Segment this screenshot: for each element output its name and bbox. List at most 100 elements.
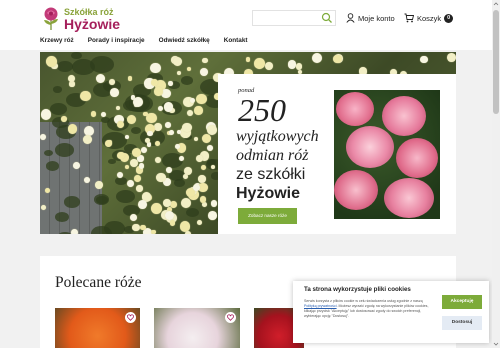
hero-rose-blossom xyxy=(179,156,185,162)
hero-rose-blossom xyxy=(169,130,175,136)
hero-leaf xyxy=(63,196,81,208)
hero-rose-blossom xyxy=(169,219,176,226)
hero-rose-blossom xyxy=(130,214,138,222)
product-card[interactable] xyxy=(154,308,240,348)
hero-rose-blossom xyxy=(176,70,182,76)
hero-leaf xyxy=(114,176,127,186)
hero-rose-blossom xyxy=(202,202,208,208)
hero-rose-blossom xyxy=(198,183,208,193)
see-roses-button[interactable]: Zobacz nasze róże xyxy=(238,208,297,224)
hero-rose-blossom xyxy=(40,133,46,140)
hero-rose-blossom xyxy=(67,124,78,134)
product-card[interactable] xyxy=(55,308,140,348)
hero-wooden-wall xyxy=(40,122,102,234)
hero-rose-blossom xyxy=(245,57,251,62)
hero-leaf xyxy=(104,221,126,234)
section-title: Polecane róże xyxy=(55,274,142,291)
hero-rose-blossom xyxy=(125,135,130,140)
privacy-policy-link[interactable]: Polityką prywatności xyxy=(304,304,337,308)
hero-leaf xyxy=(101,117,110,123)
nav-item-krzewy-roz[interactable]: Krzewy róż xyxy=(40,37,74,49)
hero-rose-blossom xyxy=(132,223,140,232)
hero-leaf xyxy=(49,102,67,115)
main-nav: Krzewy róż Porady i inspiracje Odwiedź s… xyxy=(40,37,262,49)
cart-count-badge: 0 xyxy=(444,13,454,23)
hero-rose-blossom xyxy=(168,81,173,86)
promo-line-4: Hyżowie xyxy=(236,185,301,202)
nav-item-porady[interactable]: Porady i inspiracje xyxy=(88,37,145,49)
search-icon[interactable] xyxy=(321,12,333,24)
logo[interactable]: Szkółka róż Hyżowie xyxy=(40,6,150,32)
hero-rose-blossom xyxy=(143,111,148,117)
nav-item-kontakt[interactable]: Kontakt xyxy=(224,37,248,49)
hero-rose-blossom xyxy=(184,231,191,234)
hero-rose-blossom xyxy=(40,109,52,121)
scroll-up-arrow-icon[interactable] xyxy=(493,1,499,7)
hero-rose-blossom xyxy=(199,195,207,203)
hero-rose-blossom xyxy=(154,156,162,164)
hero-rose-blossom xyxy=(129,158,138,167)
hero-rose-blossom xyxy=(137,200,147,210)
search-input[interactable] xyxy=(252,10,336,26)
hero-rose-blossom xyxy=(333,54,342,64)
promo-rose-photo xyxy=(334,90,440,219)
hero-leaf xyxy=(116,190,136,204)
account-label: Moje konto xyxy=(358,13,395,23)
hero-rose-blossom xyxy=(199,67,209,77)
hero-rose-blossom xyxy=(150,202,162,214)
rose-logo-icon xyxy=(44,7,58,30)
hero-rose-blossom xyxy=(150,78,159,87)
hero-rose-blossom xyxy=(140,146,148,154)
cart-link[interactable]: Koszyk 0 xyxy=(404,12,454,24)
hero-rose-blossom xyxy=(126,179,134,187)
promo-line-2: odmian róż xyxy=(236,147,309,164)
hero-rose-blossom xyxy=(173,57,183,67)
hero-leaf xyxy=(181,75,194,85)
hero-rose-blossom xyxy=(194,106,203,115)
user-icon xyxy=(346,13,355,23)
hero-rose-blossom xyxy=(186,110,193,117)
wishlist-heart-icon[interactable] xyxy=(125,312,136,323)
hero-rose-blossom xyxy=(312,53,323,64)
hero-rose-blossom xyxy=(254,58,265,70)
hero-rose-blossom xyxy=(201,133,211,144)
hero-rose-blossom xyxy=(169,200,177,208)
hero-leaf xyxy=(52,85,63,93)
hero-rose-blossom xyxy=(115,105,121,110)
hero-rose-blossom xyxy=(80,90,91,102)
hero-rose-blossom xyxy=(82,134,93,144)
hero-rose-blossom xyxy=(447,52,456,62)
cart-icon xyxy=(404,13,414,23)
hero-leaf xyxy=(72,58,95,75)
account-link[interactable]: Moje konto xyxy=(346,12,395,24)
hero-rose-blossom xyxy=(189,97,195,103)
hero-rose-blossom xyxy=(124,164,129,169)
hero-leaf xyxy=(174,178,186,187)
hero-rose-blossom xyxy=(90,111,97,117)
hero-rose-blossom xyxy=(150,62,161,74)
hero-rose-blossom xyxy=(146,112,158,124)
hero-rose-blossom xyxy=(192,184,200,191)
hero-leaf xyxy=(45,161,60,171)
hero-rose-blossom xyxy=(181,197,192,208)
hero-rose-blossom xyxy=(126,114,137,125)
hero-rose-blossom xyxy=(181,122,192,133)
hero-rose-blossom xyxy=(207,144,213,151)
hero-rose-blossom xyxy=(109,79,115,85)
hero-leaf xyxy=(130,127,141,135)
hero-rose-blossom xyxy=(127,76,133,81)
wishlist-heart-icon[interactable] xyxy=(225,312,236,323)
scrollbar[interactable] xyxy=(492,0,500,348)
scrollbar-thumb[interactable] xyxy=(493,10,499,114)
scroll-down-arrow-icon[interactable] xyxy=(493,341,499,347)
hero-rose-blossom xyxy=(206,125,217,136)
hero-rose-blossom xyxy=(110,88,119,98)
hero-leaf xyxy=(57,60,74,72)
hero-rose-blossom xyxy=(163,102,174,112)
accept-cookies-button[interactable]: Akceptuję xyxy=(442,295,482,309)
nav-item-odwiedz[interactable]: Odwiedź szkółkę xyxy=(159,37,210,49)
cookie-banner: Ta strona wykorzystuje pliki cookies Ser… xyxy=(293,281,489,343)
hero-rose-blossom xyxy=(154,87,163,96)
customize-cookies-button[interactable]: Dostosuj xyxy=(442,316,482,330)
hero-rose-blossom xyxy=(210,200,218,207)
